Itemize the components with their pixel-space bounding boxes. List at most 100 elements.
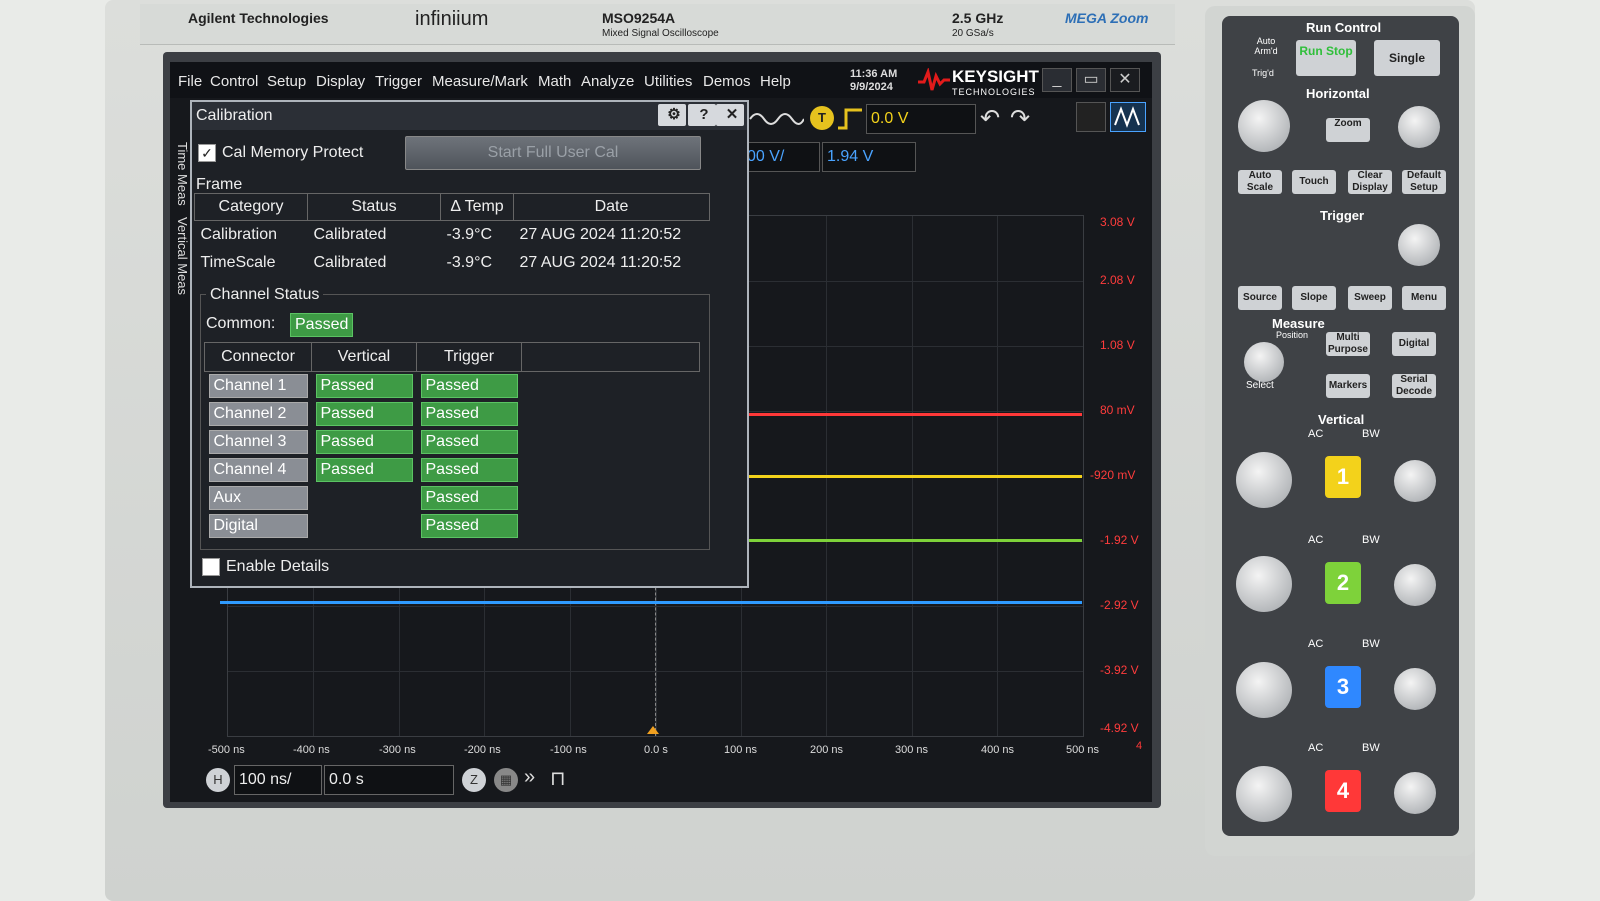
frame-label: Frame	[196, 176, 243, 193]
model-label: MSO9254A	[602, 10, 676, 26]
channel-3-scale-knob[interactable]	[1236, 662, 1292, 718]
sweep-button[interactable]: Sweep	[1348, 286, 1392, 310]
trigger-status: Passed	[420, 430, 518, 454]
channel-3-button[interactable]: 3	[1325, 666, 1361, 708]
channel-4-button[interactable]: 4	[1325, 770, 1361, 812]
menu-button[interactable]: Menu	[1402, 286, 1446, 310]
zoom-z-icon[interactable]: Z	[462, 768, 486, 792]
source-button[interactable]: Source	[1238, 286, 1282, 310]
channel-4-trace	[746, 413, 1082, 416]
table-row: Calibration Calibrated -3.9°C 27 AUG 202…	[195, 221, 710, 250]
volt-label: -920 mV	[1090, 468, 1136, 482]
connector-name: Channel 1	[208, 374, 308, 398]
dialog-title-bar[interactable]: Calibration ⚙ ? ✕	[192, 102, 747, 130]
channel-1-offset-knob[interactable]	[1394, 460, 1436, 502]
connector-table: Connector Vertical Trigger Channel 1 Pas…	[204, 342, 700, 540]
cal-memory-protect-checkbox[interactable]: ✓	[198, 144, 216, 162]
table-row: Channel 1 Passed Passed	[205, 372, 700, 401]
tab-time-meas[interactable]: Time Meas	[175, 142, 190, 206]
auto-scale-button[interactable]: Auto Scale	[1238, 170, 1282, 194]
time-label: 200 ns	[810, 744, 844, 756]
volt-label: -3.92 V	[1100, 663, 1139, 677]
vertical-status: Passed	[315, 430, 413, 454]
clear-display-button[interactable]: Clear Display	[1348, 170, 1392, 194]
gear-icon[interactable]: ⚙	[658, 104, 686, 126]
maker-label: Agilent Technologies	[188, 10, 329, 26]
menu-measure-mark[interactable]: Measure/Mark	[432, 73, 528, 90]
cal-memory-protect-label: Cal Memory Protect	[222, 144, 364, 161]
trigger-t-icon[interactable]: T	[810, 106, 834, 130]
start-full-user-cal-button[interactable]: Start Full User Cal	[405, 136, 701, 170]
undo-icon[interactable]: ↶	[980, 104, 1000, 133]
horizontal-h-button[interactable]: H	[206, 768, 230, 792]
waveform-icon[interactable]	[748, 106, 805, 137]
trigger-level-knob[interactable]	[1398, 224, 1440, 266]
menu-control[interactable]: Control	[210, 73, 258, 90]
channel-2-offset-knob[interactable]	[1394, 564, 1436, 606]
menu-bar: File Control Setup Display Trigger Measu…	[170, 62, 1152, 98]
menu-demos[interactable]: Demos	[703, 73, 751, 90]
delay-field[interactable]: 0.0 s	[324, 765, 454, 795]
horizontal-scale-knob[interactable]	[1238, 100, 1290, 152]
run-stop-button[interactable]: Run Stop	[1296, 40, 1356, 76]
measure-position-knob[interactable]	[1244, 342, 1284, 382]
channel-4-scale-knob[interactable]	[1236, 766, 1292, 822]
vertical-status: Passed	[315, 374, 413, 398]
pin-icon[interactable]: ⊓	[550, 766, 566, 791]
menu-trigger[interactable]: Trigger	[375, 73, 422, 90]
help-icon[interactable]: ?	[688, 104, 716, 126]
channel-scale-field[interactable]: 00 V/	[742, 142, 820, 172]
channel-2-scale-knob[interactable]	[1236, 556, 1292, 612]
channel-2-button[interactable]: 2	[1325, 562, 1361, 604]
cell: Calibration	[200, 226, 277, 243]
clock-time: 11:36 AM	[850, 68, 898, 80]
menu-file[interactable]: File	[178, 73, 202, 90]
horizontal-position-knob[interactable]	[1398, 106, 1440, 148]
single-button[interactable]: Single	[1374, 40, 1440, 76]
connector-name: Digital	[208, 514, 308, 538]
zoom-box-icon[interactable]	[1076, 102, 1106, 132]
table-row: TimeScale Calibrated -3.9°C 27 AUG 2024 …	[195, 249, 710, 277]
channel-4-offset-knob[interactable]	[1394, 772, 1436, 814]
channel-1-button[interactable]: 1	[1325, 456, 1361, 498]
restore-button[interactable]: ▭	[1076, 68, 1106, 92]
trigger-level-field[interactable]: 0.0 V	[866, 104, 976, 134]
tab-vertical-meas[interactable]: Vertical Meas	[175, 217, 190, 295]
redo-icon[interactable]: ↷	[1010, 104, 1030, 133]
serial-decode-button[interactable]: Serial Decode	[1392, 374, 1436, 398]
enable-details-checkbox[interactable]	[202, 558, 220, 576]
digital-button[interactable]: Digital	[1392, 332, 1436, 356]
column-header: Trigger	[416, 342, 522, 372]
column-header-empty	[521, 342, 700, 372]
close-icon[interactable]: ✕	[716, 104, 744, 126]
forward-icon[interactable]: »	[524, 766, 535, 789]
cell: -3.9°C	[446, 254, 493, 271]
auto-armd-label: Auto Arm'd	[1254, 36, 1278, 56]
channel-1-scale-knob[interactable]	[1236, 452, 1292, 508]
menu-display[interactable]: Display	[316, 73, 365, 90]
channel-marker: 4	[1136, 740, 1143, 752]
touch-button[interactable]: Touch	[1292, 170, 1336, 194]
ac-label: AC	[1308, 638, 1324, 650]
menu-help[interactable]: Help	[760, 73, 791, 90]
channel-offset-field[interactable]: 1.94 V	[822, 142, 916, 172]
channel-3-offset-knob[interactable]	[1394, 668, 1436, 710]
trigd-label: Trig'd	[1252, 68, 1274, 78]
markers-button[interactable]: Markers	[1326, 374, 1370, 398]
time-label: 400 ns	[981, 744, 1015, 756]
menu-utilities[interactable]: Utilities	[644, 73, 692, 90]
multi-purpose-button[interactable]: Multi Purpose	[1326, 332, 1370, 356]
autoscale-icon[interactable]	[1110, 102, 1146, 132]
cell: 27 AUG 2024 11:20:52	[519, 254, 682, 271]
timebase-field[interactable]: 100 ns/	[234, 765, 322, 795]
menu-analyze[interactable]: Analyze	[581, 73, 634, 90]
rising-edge-icon[interactable]	[838, 106, 862, 137]
zoom-button[interactable]: Zoom	[1326, 118, 1370, 142]
menu-math[interactable]: Math	[538, 73, 571, 90]
default-setup-button[interactable]: Default Setup	[1402, 170, 1446, 194]
slope-button[interactable]: Slope	[1292, 286, 1336, 310]
menu-setup[interactable]: Setup	[267, 73, 306, 90]
close-window-button[interactable]: ✕	[1110, 68, 1140, 92]
grid-icon[interactable]: ▦	[494, 768, 518, 792]
minimize-button[interactable]: _	[1042, 68, 1072, 92]
